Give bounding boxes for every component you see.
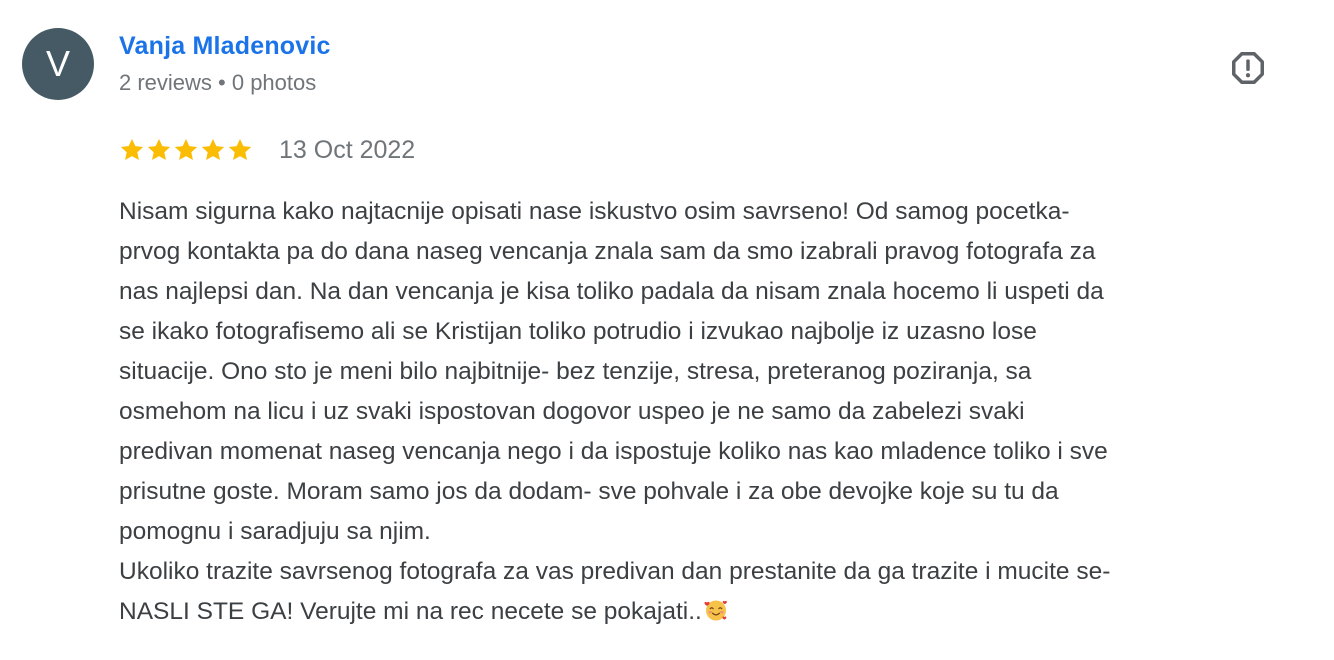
star-icon bbox=[228, 138, 252, 160]
rating-row: 13 Oct 2022 bbox=[119, 134, 415, 166]
review-paragraph: Nisam sigurna kako najtacnije opisati na… bbox=[119, 198, 1108, 545]
author-name-link[interactable]: Vanja Mladenovic bbox=[119, 32, 331, 61]
review-card: V Vanja Mladenovic 2 reviews • 0 photos … bbox=[0, 0, 1334, 660]
avatar[interactable]: V bbox=[22, 28, 94, 100]
review-text: Nisam sigurna kako najtacnije opisati na… bbox=[119, 192, 1299, 632]
avatar-initial: V bbox=[45, 43, 70, 84]
author-meta: 2 reviews • 0 photos bbox=[119, 70, 317, 95]
review-paragraph-last: Ukoliko trazite savrsenog fotografa za v… bbox=[119, 552, 1299, 632]
star-rating bbox=[119, 137, 253, 163]
review-paragraph-text: Ukoliko trazite savrsenog fotografa za v… bbox=[119, 558, 1111, 625]
star-icon bbox=[174, 138, 198, 160]
review-date: 13 Oct 2022 bbox=[279, 135, 416, 164]
smiling-face-with-hearts-icon bbox=[704, 600, 727, 621]
star-icon bbox=[147, 138, 171, 160]
star-icon bbox=[120, 138, 144, 160]
report-review-button[interactable] bbox=[1226, 46, 1270, 90]
star-icon bbox=[201, 138, 225, 160]
report-flag-icon bbox=[1232, 52, 1264, 84]
